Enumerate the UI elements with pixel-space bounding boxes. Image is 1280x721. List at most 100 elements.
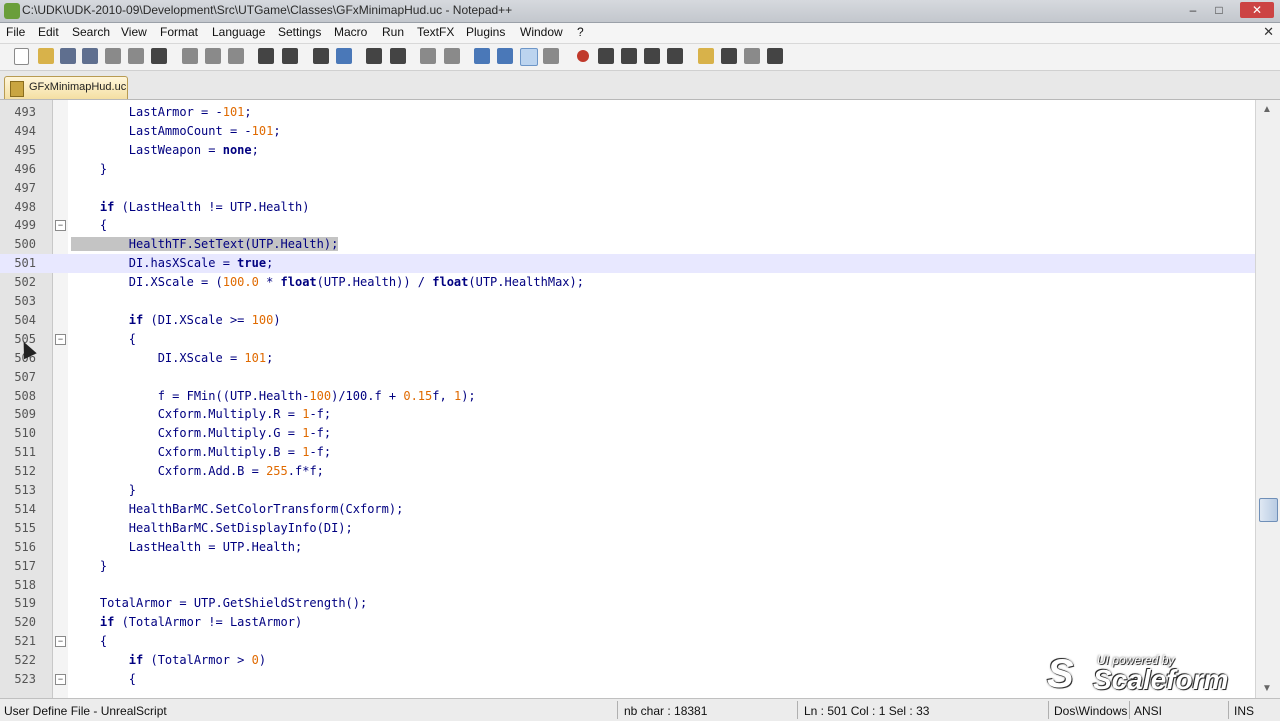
close-button[interactable]: ✕: [1240, 2, 1274, 18]
word-wrap-icon[interactable]: [474, 48, 490, 64]
fold-toggle-icon[interactable]: −: [55, 674, 66, 685]
code-line[interactable]: 502 DI.XScale = (100.0 * float(UTP.Healt…: [0, 273, 1256, 292]
plugin-4-icon[interactable]: [767, 48, 783, 64]
menu-edit[interactable]: Edit: [38, 25, 59, 39]
menu-textfx[interactable]: TextFX: [417, 25, 454, 39]
fold-toggle-icon[interactable]: −: [55, 220, 66, 232]
code-line[interactable]: 516 LastHealth = UTP.Health;: [0, 538, 1256, 557]
scaleform-logo-icon: S: [1047, 652, 1074, 696]
macro-stop-icon[interactable]: [598, 48, 614, 64]
code-line[interactable]: 517 }: [0, 557, 1256, 576]
code-line[interactable]: 520 if (TotalArmor != LastArmor): [0, 613, 1256, 632]
code-line[interactable]: 496 }: [0, 160, 1256, 179]
code-line[interactable]: 493 LastArmor = -101;: [0, 103, 1256, 122]
code-line[interactable]: 513 }: [0, 481, 1256, 500]
user-language-icon[interactable]: [543, 48, 559, 64]
line-number: 513: [14, 483, 36, 497]
menu-format[interactable]: Format: [160, 25, 198, 39]
menu-settings[interactable]: Settings: [278, 25, 321, 39]
menu-run[interactable]: Run: [382, 25, 404, 39]
code-line[interactable]: 501 DI.hasXScale = true;: [0, 254, 1256, 274]
line-number: 515: [14, 520, 36, 535]
cut-icon[interactable]: [182, 48, 198, 64]
plugin-1-icon[interactable]: [698, 48, 714, 64]
code-line[interactable]: 515 HealthBarMC.SetDisplayInfo(DI);: [0, 519, 1256, 538]
code-line[interactable]: 514 HealthBarMC.SetColorTransform(Cxform…: [0, 500, 1256, 519]
line-number: 517: [14, 558, 36, 573]
title-bar: C:\UDK\UDK-2010-09\Development\Src\UTGam…: [0, 0, 1280, 23]
sync-vertical-icon[interactable]: [420, 48, 436, 64]
indent-guide-icon[interactable]: [520, 48, 538, 66]
code-text: TotalArmor = UTP.GetShieldStrength();: [99, 596, 368, 611]
code-line[interactable]: 500 HealthTF.SetText(UTP.Health);: [0, 235, 1256, 254]
macro-record-icon[interactable]: [577, 50, 589, 62]
code-line[interactable]: 504 if (DI.XScale >= 100): [0, 311, 1256, 330]
code-editor[interactable]: 493 LastArmor = -101; 494 LastAmmoCount =…: [0, 100, 1280, 698]
menu-macro[interactable]: Macro: [334, 25, 367, 39]
show-all-characters-icon[interactable]: [497, 48, 513, 64]
tab-gfxminimaphud[interactable]: GFxMinimapHud.uc: [4, 76, 128, 99]
menu-search[interactable]: Search: [72, 25, 110, 39]
status-bar: User Define File - UnrealScript nb char …: [0, 698, 1280, 721]
code-line[interactable]: 518: [0, 576, 1256, 595]
plugin-3-icon[interactable]: [744, 48, 760, 64]
code-line[interactable]: 510 Cxform.Multiply.G = 1-f;: [0, 424, 1256, 443]
open-file-icon[interactable]: [38, 48, 54, 64]
macro-play-icon[interactable]: [621, 48, 637, 64]
undo-icon[interactable]: [258, 48, 274, 64]
close-all-icon[interactable]: [128, 48, 144, 64]
code-text: {: [128, 331, 137, 346]
zoom-in-icon[interactable]: [366, 48, 382, 64]
replace-icon[interactable]: [336, 48, 352, 64]
maximize-button[interactable]: □: [1208, 2, 1230, 18]
menu-file[interactable]: File: [6, 25, 25, 39]
code-line[interactable]: 512 Cxform.Add.B = 255.f*f;: [0, 462, 1256, 481]
find-icon[interactable]: [313, 48, 329, 64]
new-file-icon[interactable]: [14, 48, 29, 65]
line-number: 523: [14, 672, 36, 686]
menu-window[interactable]: Window: [520, 25, 563, 39]
scroll-down-icon[interactable]: ▼: [1262, 683, 1272, 694]
copy-icon[interactable]: [205, 48, 221, 64]
menu-plugins[interactable]: Plugins: [466, 25, 505, 39]
code-line[interactable]: 521 − {: [0, 632, 1256, 651]
menu-help[interactable]: ?: [577, 25, 584, 39]
code-line[interactable]: 499 − {: [0, 216, 1256, 235]
fold-toggle-icon[interactable]: −: [55, 636, 66, 648]
code-line[interactable]: 508 f = FMin((UTP.Health-100)/100.f + 0.…: [0, 387, 1256, 406]
menu-view[interactable]: View: [121, 25, 147, 39]
vertical-scrollbar[interactable]: ▲ ▼: [1255, 100, 1280, 698]
paste-icon[interactable]: [228, 48, 244, 64]
code-line[interactable]: 494 LastAmmoCount = -101;: [0, 122, 1256, 141]
redo-icon[interactable]: [282, 48, 298, 64]
code-text: LastHealth = UTP.Health;: [128, 539, 303, 554]
code-line[interactable]: 498 if (LastHealth != UTP.Health): [0, 198, 1256, 217]
code-text: Cxform.Multiply.G = 1-f;: [157, 426, 332, 441]
close-file-icon[interactable]: [105, 48, 121, 64]
file-icon: [10, 81, 24, 97]
code-line[interactable]: 511 Cxform.Multiply.B = 1-f;: [0, 443, 1256, 462]
zoom-out-icon[interactable]: [390, 48, 406, 64]
code-line[interactable]: 497: [0, 179, 1256, 198]
fold-toggle-icon[interactable]: −: [55, 333, 66, 345]
code-line[interactable]: 509 Cxform.Multiply.R = 1-f;: [0, 405, 1256, 424]
code-line[interactable]: 505− {: [0, 330, 1256, 349]
macro-save-icon[interactable]: [667, 48, 683, 64]
scroll-up-icon[interactable]: ▲: [1262, 104, 1272, 115]
code-line[interactable]: 507: [0, 368, 1256, 387]
close-document-icon[interactable]: ✕: [1263, 24, 1274, 40]
code-line[interactable]: 519 TotalArmor = UTP.GetShieldStrength()…: [0, 594, 1256, 613]
macro-run-multiple-icon[interactable]: [644, 48, 660, 64]
scrollbar-thumb[interactable]: [1259, 498, 1278, 522]
print-icon[interactable]: [151, 48, 167, 64]
minimize-button[interactable]: ‒: [1182, 2, 1204, 18]
code-text: if (DI.XScale >= 100): [128, 312, 281, 327]
save-icon[interactable]: [60, 48, 76, 64]
plugin-2-icon[interactable]: [721, 48, 737, 64]
sync-horizontal-icon[interactable]: [444, 48, 460, 64]
save-all-icon[interactable]: [82, 48, 98, 64]
menu-language[interactable]: Language: [212, 25, 265, 39]
code-line[interactable]: 503: [0, 292, 1256, 311]
code-line[interactable]: 495 LastWeapon = none;: [0, 141, 1256, 160]
code-line[interactable]: 506 DI.XScale = 101;: [0, 349, 1256, 368]
